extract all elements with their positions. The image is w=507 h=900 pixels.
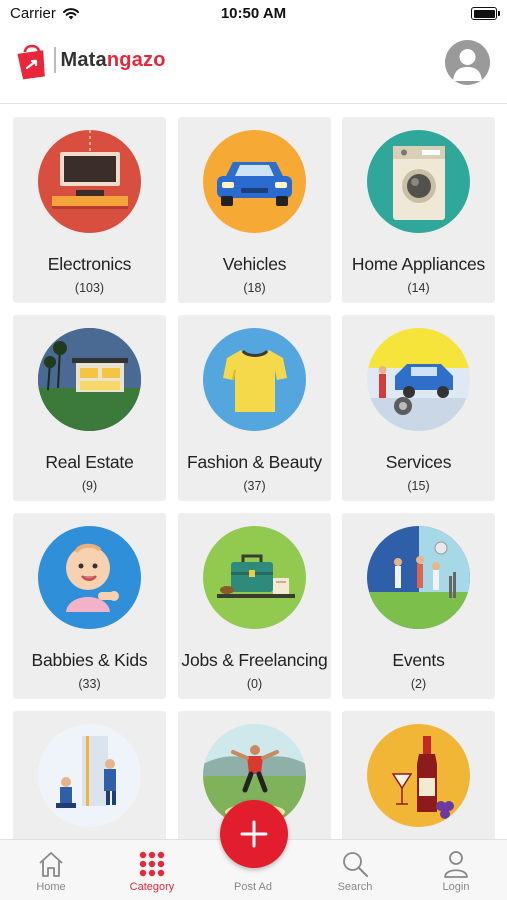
category-title: Vehicles [222,254,287,274]
category-title: Babbies & Kids [31,650,148,670]
category-card-jobs-freelancing[interactable]: Jobs & Freelancing (0) [178,513,331,699]
tab-label: Search [337,881,373,893]
card-image [342,117,495,245]
wine-bottle-icon [367,723,470,827]
category-card-babies-kids[interactable]: Babbies & Kids (33) [13,513,166,699]
category-card-real-estate[interactable]: Real Estate (9) [13,315,166,501]
tab-home[interactable]: Home [1,840,101,900]
card-footer: Electronics (103) [13,249,166,303]
category-card-fashion-beauty[interactable]: Fashion & Beauty (37) [178,315,331,501]
brand-logo[interactable]: Matangazo [15,40,166,80]
tab-search[interactable]: Search [305,840,405,900]
category-count: (0) [246,677,263,691]
search-icon [343,852,368,877]
user-silhouette-icon [453,49,482,81]
tab-label: Post Ad [234,881,272,893]
category-title: Services [385,452,452,472]
card-footer: Events (2) [342,645,495,699]
washing-machine-icon [367,129,470,233]
card-image [13,513,166,641]
card-image [178,315,331,443]
mechanic-icon [367,327,470,431]
category-grid: Electronics (103) Vehicles (18) Home App… [13,117,495,839]
category-count: (2) [410,677,427,691]
category-card-events[interactable]: Events (2) [342,513,495,699]
brand-name: Matangazo [61,49,166,72]
category-card-home-appliances[interactable]: Home Appliances (14) [342,117,495,303]
logo-divider [54,47,56,73]
battery-icon [471,7,500,20]
plus-icon [240,820,268,848]
brand-name-prefix: Mata [60,48,107,71]
category-count: (103) [74,281,105,295]
category-card-services[interactable]: Services (15) [342,315,495,501]
clock: 10:50 AM [220,5,287,22]
tab-login[interactable]: Login [406,840,506,900]
card-footer: Home Appliances (14) [342,249,495,303]
card-footer: Jobs & Freelancing (0) [178,645,331,699]
category-card-repair[interactable] [13,711,166,839]
card-footer: Babbies & Kids (33) [13,645,166,699]
category-title: Electronics [47,254,132,274]
brand-name-accent: ngazo [106,48,166,71]
profile-avatar[interactable] [445,40,490,85]
card-footer: Vehicles (18) [178,249,331,303]
house-icon [38,327,141,431]
screen: Carrier 10:50 AM Matangazo Electronics (… [0,0,507,900]
repair-workers-icon [38,723,141,827]
card-image [178,117,331,245]
home-icon [39,852,63,877]
car-icon [203,129,306,233]
tab-label: Login [442,881,470,893]
card-image [13,711,166,839]
grid-dots-icon [139,851,165,877]
card-image [342,513,495,641]
card-footer: Fashion & Beauty (37) [178,447,331,501]
post-ad-button[interactable] [220,800,288,868]
category-count: (33) [78,677,101,691]
category-title: Events [392,650,445,670]
category-count: (15) [407,479,430,493]
category-title: Home Appliances [351,254,486,274]
briefcase-icon [203,525,306,629]
party-icon [367,525,470,629]
baby-icon [38,525,141,629]
user-icon [444,851,468,878]
card-image [13,315,166,443]
card-footer: Services (15) [342,447,495,501]
category-count: (9) [81,479,98,493]
card-image [342,711,495,839]
tshirt-icon [203,327,306,431]
tab-category[interactable]: Category [102,840,202,900]
category-title: Fashion & Beauty [187,452,322,472]
category-card-vehicles[interactable]: Vehicles (18) [178,117,331,303]
card-footer: Real Estate (9) [13,447,166,501]
tab-label: Home [36,881,66,893]
category-count: (18) [243,281,266,295]
category-count: (37) [243,479,266,493]
card-image [13,117,166,245]
card-image [178,513,331,641]
app-header: Matangazo [0,28,507,104]
tv-cabinet-icon [38,129,141,233]
category-title: Real Estate [45,452,134,472]
category-count: (14) [407,281,430,295]
category-title: Jobs & Freelancing [181,650,328,670]
tab-label: Category [129,881,175,893]
status-bar: Carrier 10:50 AM [0,0,507,28]
card-image [342,315,495,443]
category-card-drinks[interactable] [342,711,495,839]
category-card-electronics[interactable]: Electronics (103) [13,117,166,303]
shopping-bag-icon [17,44,45,80]
